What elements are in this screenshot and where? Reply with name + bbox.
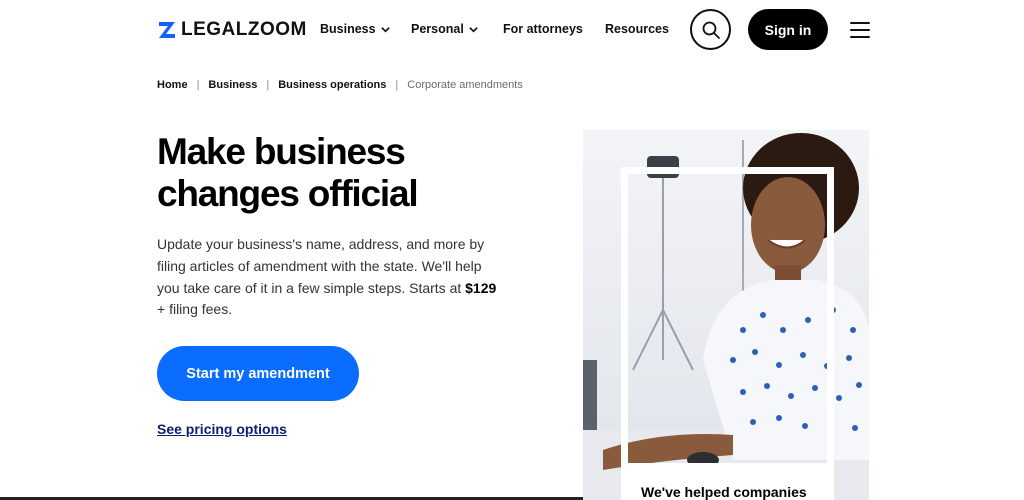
page-title: Make business changes official [157, 131, 517, 215]
hero-description-suffix: + filing fees. [157, 301, 233, 318]
breadcrumb-separator: | [266, 79, 270, 91]
legalzoom-logo[interactable]: LEGALZOOM [157, 18, 307, 42]
chevron-down-icon [469, 26, 478, 33]
chevron-down-icon [380, 26, 390, 33]
search-icon [702, 21, 720, 39]
sign-in-button[interactable]: Sign in [748, 9, 828, 50]
breadcrumb-separator: | [395, 79, 399, 91]
breadcrumb-home[interactable]: Home [157, 79, 188, 91]
brand-name: LEGALZOOM [181, 19, 307, 40]
start-amendment-button[interactable]: Start my amendment [157, 346, 359, 401]
hamburger-menu-icon[interactable] [850, 22, 870, 38]
breadcrumb: Home | Business | Business operations | … [157, 79, 523, 91]
stats-card-text: We've helped companies [641, 484, 807, 500]
stats-card: We've helped companies [621, 466, 834, 500]
breadcrumb-current: Corporate amendments [407, 79, 523, 91]
page-title-line-2: changes official [157, 173, 419, 214]
see-pricing-link[interactable]: See pricing options [157, 421, 287, 437]
legalzoom-logo-mark-icon [159, 22, 175, 38]
breadcrumb-separator: | [196, 79, 200, 91]
nav-item-label: Personal [411, 22, 464, 36]
nav-item-personal[interactable]: Personal [411, 22, 479, 36]
nav-item-resources[interactable]: Resources [605, 22, 669, 36]
hero-description: Update your business's name, address, an… [157, 234, 502, 321]
nav-item-label: For attorneys [503, 22, 583, 36]
page-title-line-1: Make business [157, 131, 406, 172]
site-header: LEGALZOOM Business Personal For attorney… [0, 0, 1024, 62]
nav-item-label: Business [320, 22, 376, 36]
price-text: $129 [465, 279, 497, 296]
hero-description-text: Update your business's name, address, an… [157, 236, 485, 296]
search-button[interactable] [690, 9, 731, 50]
nav-item-business[interactable]: Business [320, 22, 391, 36]
nav-item-for-attorneys[interactable]: For attorneys [503, 22, 583, 36]
photo-frame-decoration [621, 167, 834, 470]
breadcrumb-business[interactable]: Business [208, 79, 257, 91]
breadcrumb-business-operations[interactable]: Business operations [278, 79, 386, 91]
nav-item-label: Resources [605, 22, 669, 36]
